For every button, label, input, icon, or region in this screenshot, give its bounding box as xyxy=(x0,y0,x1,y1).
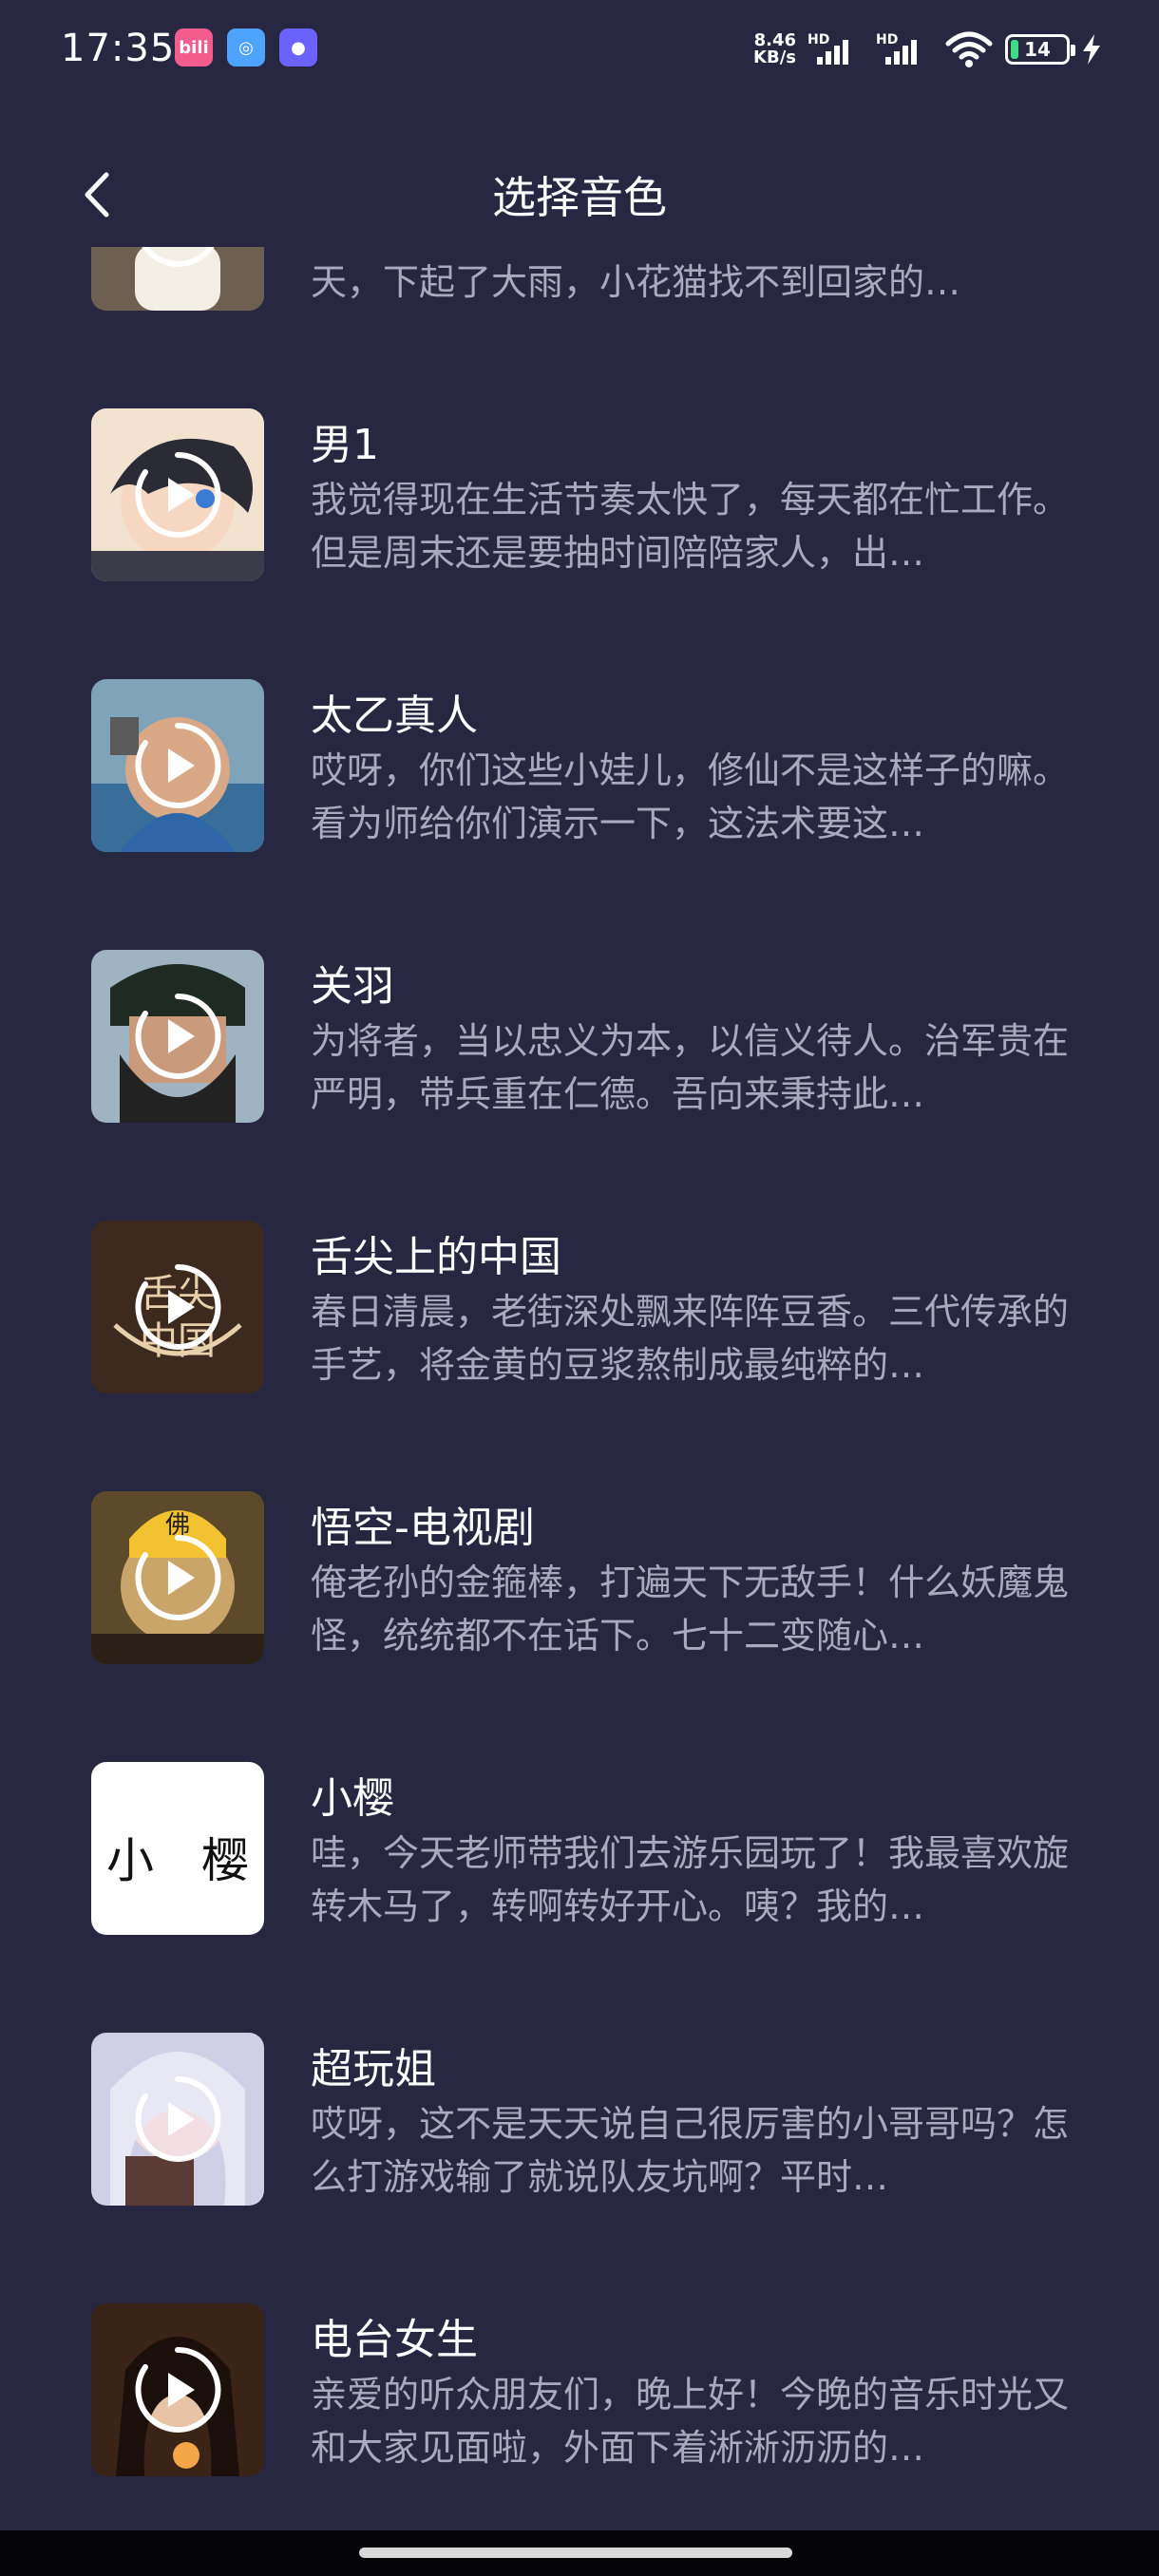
voice-name: 电台女生 xyxy=(311,2316,478,2364)
play-icon[interactable] xyxy=(132,991,223,1082)
charging-bolt-icon xyxy=(1083,34,1100,65)
voice-thumbnail[interactable]: 舌尖 中国 xyxy=(91,1221,264,1393)
voice-thumbnail[interactable] xyxy=(91,247,264,311)
voice-thumbnail[interactable]: 佛 xyxy=(91,1491,264,1664)
voice-thumbnail[interactable] xyxy=(91,2303,264,2476)
voice-sample-text: 亲爱的听众朋友们，晚上好！今晚的音乐时光又和大家见面啦，外面下着淅淅沥沥的… xyxy=(311,2374,1070,2469)
voice-name: 悟空-电视剧 xyxy=(311,1504,535,1552)
qq-app-icon: ● xyxy=(279,28,317,66)
voice-sample-text: 我觉得现在生活节奏太快了，每天都在忙工作。但是周末还是要抽时间陪陪家人，出… xyxy=(311,479,1070,574)
thumbnail-text: 小 樱 xyxy=(106,1833,249,1888)
voice-list-item[interactable]: 太乙真人哎呀，你们这些小娃儿，修仙不是这样子的嘛。看为师给你们演示一下，这法术要… xyxy=(0,679,1159,950)
voice-list-item[interactable]: 小 樱 小樱哇，今天老师带我们去游乐园玩了！我最喜欢旋转木马了，转啊转好开心。咦？… xyxy=(0,1762,1159,2033)
voice-list-item[interactable]: 关羽为将者，当以忠义为本，以信义待人。治军贵在严明，带兵重在仁德。吾向来秉持此… xyxy=(0,950,1159,1221)
status-bar: 17:35 bili ◎ ● 8.46 KB/s HD HD 14 xyxy=(0,0,1159,104)
voice-thumbnail[interactable] xyxy=(91,2033,264,2206)
play-icon[interactable] xyxy=(132,1532,223,1623)
voice-name: 男1 xyxy=(311,421,379,469)
play-icon[interactable] xyxy=(132,1261,223,1353)
home-indicator[interactable] xyxy=(359,2548,792,2558)
page-title: 选择音色 xyxy=(492,172,667,223)
qq-browser-app-icon: ◎ xyxy=(227,28,265,66)
voice-sample-text: 哇，今天老师带我们去游乐园玩了！我最喜欢旋转木马了，转啊转好开心。咦？我的… xyxy=(311,1832,1070,1927)
wifi-icon xyxy=(945,31,993,67)
voice-sample-text: 哎呀，这不是天天说自己很厉害的小哥哥吗？怎么打游戏输了就说队友坑啊？平时… xyxy=(311,2103,1070,2198)
voice-sample-text: 春日清晨，老街深处飘来阵阵豆香。三代传承的手艺，将金黄的豆浆熬制成最纯粹的… xyxy=(311,1291,1070,1386)
bilibili-app-icon: bili xyxy=(175,28,213,66)
play-icon[interactable] xyxy=(132,2344,223,2435)
voice-name: 舌尖上的中国 xyxy=(311,1233,561,1281)
voice-sample-text: 俺老孙的金箍棒，打遍天下无敌手！什么妖魔鬼怪，统统都不在话下。七十二变随心… xyxy=(311,1562,1070,1657)
voice-sample-text: 为将者，当以忠义为本，以信义待人。治军贵在严明，带兵重在仁德。吾向来秉持此… xyxy=(311,1020,1070,1115)
voice-list-item[interactable]: 舌尖 中国 舌尖上的中国春日清晨，老街深处飘来阵阵豆香。三代传承的手艺，将金黄的豆浆… xyxy=(0,1221,1159,1491)
voice-thumbnail[interactable] xyxy=(91,408,264,581)
battery-icon: 14 xyxy=(1005,34,1075,65)
voice-sample-text: 从前，有一只小花猫总是喜欢独自玩耍。有一天，下起了大雨，小花猫找不到回家的… xyxy=(311,247,1033,303)
status-indicators: 8.46 KB/s HD HD 14 xyxy=(753,28,1102,70)
voice-thumbnail[interactable]: 小 樱 xyxy=(91,1762,264,1935)
gesture-bar xyxy=(0,2530,1159,2576)
voice-thumbnail[interactable] xyxy=(91,679,264,852)
voice-name: 太乙真人 xyxy=(311,691,478,740)
cell-signal-2-icon: HD xyxy=(876,32,933,66)
voice-list-item[interactable]: 超玩姐哎呀，这不是天天说自己很厉害的小哥哥吗？怎么打游戏输了就说队友坑啊？平时… xyxy=(0,2033,1159,2303)
cell-signal-icon: HD xyxy=(808,32,864,66)
play-icon[interactable] xyxy=(132,449,223,540)
play-icon[interactable] xyxy=(132,247,223,270)
voice-list-item[interactable]: 沛缇(温柔音)从前，有一只小花猫总是喜欢独自玩耍。有一天，下起了大雨，小花猫找不… xyxy=(0,247,1159,408)
voice-name: 关羽 xyxy=(311,962,394,1011)
play-icon[interactable] xyxy=(132,2074,223,2165)
status-time: 17:35 xyxy=(61,27,176,70)
voice-list-item[interactable]: 男1 我觉得现在生活节奏太快了，每天都在忙工作。但是周末还是要抽时间陪陪家人，出… xyxy=(0,408,1159,679)
voice-sample-text: 哎呀，你们这些小娃儿，修仙不是这样子的嘛。看为师给你们演示一下，这法术要这… xyxy=(311,749,1070,844)
voice-list-item[interactable]: 佛悟空-电视剧俺老孙的金箍棒，打遍天下无敌手！什么妖魔鬼怪，统统都不在话下。七十… xyxy=(0,1491,1159,1762)
voice-list[interactable]: 沛缇(温柔音)从前，有一只小花猫总是喜欢独自玩耍。有一天，下起了大雨，小花猫找不… xyxy=(0,247,1159,2576)
voice-name: 超玩姐 xyxy=(311,2045,436,2093)
network-speed: 8.46 KB/s xyxy=(753,30,796,67)
app-header: 选择音色 xyxy=(0,133,1159,247)
voice-thumbnail[interactable] xyxy=(91,950,264,1123)
voice-name: 小樱 xyxy=(311,1774,394,1823)
play-icon[interactable] xyxy=(132,720,223,811)
